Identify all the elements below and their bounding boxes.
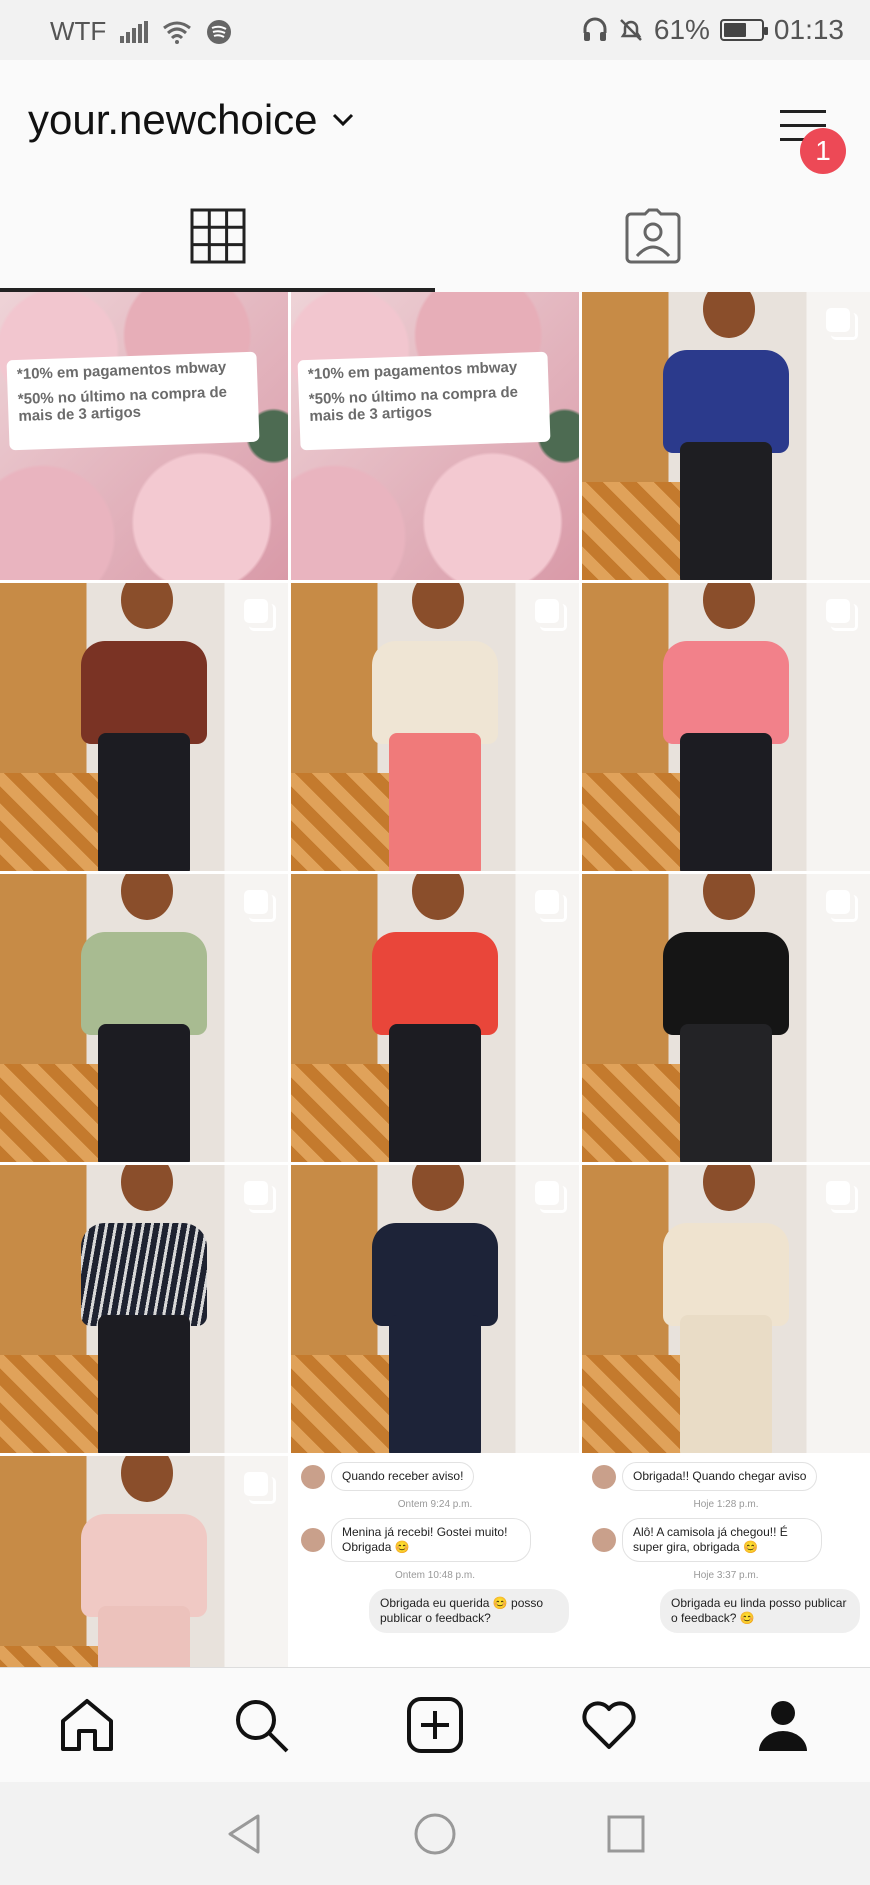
bottom-navigation [0, 1667, 870, 1782]
nav-profile[interactable] [743, 1685, 823, 1765]
post-chat-feedback-2[interactable]: Obrigada!! Quando chegar aviso Hoje 1:28… [582, 1456, 870, 1667]
post-photo[interactable] [0, 583, 288, 871]
post-photo[interactable] [0, 1456, 288, 1667]
clock: 01:13 [773, 14, 844, 45]
activity-heart-icon [582, 1701, 636, 1749]
multiple-photos-icon [535, 1181, 567, 1213]
multiple-photos-icon [826, 890, 858, 922]
multiple-photos-icon [826, 308, 858, 340]
recents-icon[interactable] [606, 1814, 646, 1854]
avatar [592, 1464, 616, 1489]
multiple-photos-icon [244, 1472, 276, 1504]
post-photo[interactable] [582, 583, 870, 871]
post-photo[interactable] [0, 874, 288, 1162]
nav-activity[interactable] [569, 1685, 649, 1765]
status-bar: WTF 61% 01:13 [0, 0, 870, 60]
chat-timestamp: Ontem 9:24 p.m. [397, 1499, 473, 1510]
promo-line-1: *10% em pagamentos mbway [16, 358, 227, 384]
headphones-icon [583, 17, 607, 41]
chat-message: Alô! A camisola já chegou!! É super gira… [622, 1518, 822, 1562]
chevron-down-icon [332, 113, 353, 127]
profile-icon [759, 1701, 807, 1751]
avatar [592, 1528, 616, 1552]
notification-badge: 1 [800, 128, 846, 174]
post-photo[interactable] [582, 874, 870, 1162]
search-icon [236, 1700, 289, 1753]
multiple-photos-icon [535, 890, 567, 922]
promo-line-1: *10% em pagamentos mbway [307, 358, 518, 384]
posts-grid: *10% em pagamentos mbway *50% no último … [0, 292, 870, 1667]
back-icon[interactable] [224, 1812, 264, 1856]
promo-line-2: *50% no último na compra de mais de 3 ar… [308, 383, 519, 426]
avatar [301, 1528, 325, 1552]
multiple-photos-icon [535, 599, 567, 631]
nav-home[interactable] [47, 1685, 127, 1765]
chat-timestamp: Ontem 10:48 p.m. [394, 1570, 476, 1581]
signal-icon [120, 20, 149, 43]
carrier-label: WTF [50, 16, 107, 46]
username-label: your.newchoice [28, 96, 318, 143]
chat-timestamp: Hoje 1:28 p.m. [693, 1499, 759, 1510]
promo-line-2: *50% no último na compra de mais de 3 ar… [17, 383, 228, 426]
nav-search[interactable] [221, 1685, 301, 1765]
chat-timestamp: Hoje 3:37 p.m. [693, 1570, 759, 1581]
post-chat-feedback-1[interactable]: Quando receber aviso! Ontem 9:24 p.m. Me… [291, 1456, 579, 1667]
chat-message: Obrigada!! Quando chegar aviso [622, 1462, 818, 1491]
profile-tabs [0, 180, 870, 292]
post-photo[interactable] [291, 583, 579, 871]
chat-message-mine: Obrigada eu linda posso publicar o feedb… [660, 1589, 860, 1633]
chat-message: Menina já recebi! Gostei muito! Obrigada… [331, 1518, 531, 1562]
post-photo[interactable] [582, 292, 870, 580]
chat-message: Quando receber aviso! [331, 1462, 475, 1491]
profile-header: your.newchoice 1 [0, 60, 870, 180]
home-circle-icon[interactable] [413, 1812, 457, 1856]
grid-icon [190, 208, 245, 264]
tab-grid[interactable] [0, 180, 435, 292]
tagged-icon [625, 208, 680, 264]
add-post-icon [407, 1697, 463, 1753]
multiple-photos-icon [244, 1181, 276, 1213]
multiple-photos-icon [244, 890, 276, 922]
tab-tagged[interactable] [435, 180, 870, 292]
post-promo-2[interactable]: *10% em pagamentos mbway *50% no último … [291, 292, 579, 580]
battery-icon [719, 19, 768, 41]
avatar [301, 1464, 325, 1489]
account-switcher[interactable]: your.newchoice [28, 96, 354, 144]
multiple-photos-icon [826, 599, 858, 631]
spotify-icon [207, 19, 232, 44]
post-photo[interactable] [291, 874, 579, 1162]
multiple-photos-icon [244, 599, 276, 631]
home-icon [61, 1699, 113, 1751]
battery-percent: 61% [653, 14, 710, 45]
multiple-photos-icon [826, 1181, 858, 1213]
chat-message-mine: Obrigada eu querida 😊 posso publicar o f… [369, 1589, 569, 1633]
post-photo[interactable] [0, 1165, 288, 1453]
mute-bell-icon [619, 19, 642, 41]
system-navigation [0, 1782, 870, 1885]
wifi-icon [163, 21, 192, 44]
post-photo[interactable] [291, 1165, 579, 1453]
post-photo[interactable] [582, 1165, 870, 1453]
nav-new-post[interactable] [395, 1685, 475, 1765]
post-promo-1[interactable]: *10% em pagamentos mbway *50% no último … [0, 292, 288, 580]
